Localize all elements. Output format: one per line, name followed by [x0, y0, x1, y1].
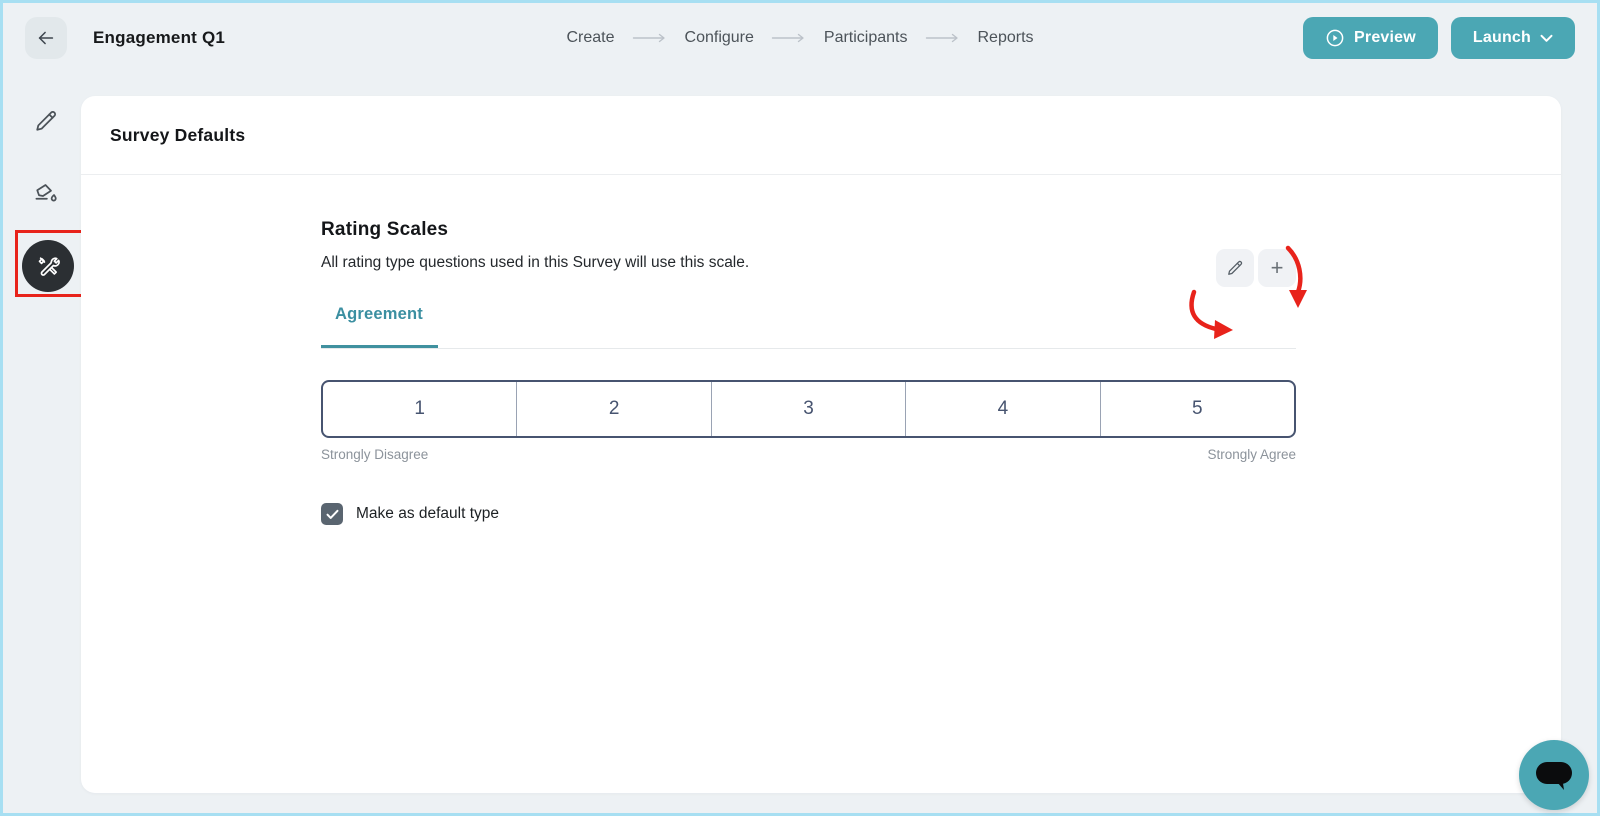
default-type-checkbox[interactable] [321, 503, 343, 525]
step-configure[interactable]: Configure [685, 29, 754, 47]
long-arrow-right-icon [925, 33, 959, 43]
rating-scale-tabs: Agreement + [321, 295, 1296, 349]
launch-button[interactable]: Launch [1451, 17, 1575, 59]
pencil-icon [1225, 258, 1245, 278]
sidebar-theme-button[interactable] [27, 174, 65, 212]
survey-title: Engagement Q1 [93, 28, 225, 48]
default-type-row[interactable]: Make as default type [321, 503, 1296, 525]
long-arrow-right-icon [633, 33, 667, 43]
rating-scale-table: 1 2 3 4 5 [321, 380, 1296, 438]
sidebar-edit-button[interactable] [27, 102, 65, 140]
add-scale-button[interactable]: + [1258, 249, 1296, 287]
step-reports[interactable]: Reports [977, 29, 1033, 47]
scale-option-2[interactable]: 2 [516, 382, 710, 436]
edit-scale-button[interactable] [1216, 249, 1254, 287]
pencil-icon [32, 107, 60, 135]
card-body: Rating Scales All rating type questions … [81, 175, 1561, 525]
tab-agreement[interactable]: Agreement [321, 295, 438, 348]
plus-icon: + [1271, 255, 1284, 281]
preview-button[interactable]: Preview [1303, 17, 1438, 59]
page-title: Survey Defaults [81, 96, 1561, 175]
checkmark-icon [326, 509, 339, 520]
step-create[interactable]: Create [566, 29, 614, 47]
section-title: Rating Scales [321, 219, 1296, 241]
topbar-actions: Preview Launch [1303, 17, 1575, 59]
chat-launcher-button[interactable] [1519, 740, 1589, 810]
sidebar-defaults-button[interactable] [22, 240, 74, 292]
scale-option-3[interactable]: 3 [711, 382, 905, 436]
survey-defaults-card: Survey Defaults Rating Scales All rating… [81, 96, 1561, 793]
scale-min-label: Strongly Disagree [321, 447, 428, 462]
play-circle-icon [1325, 28, 1345, 48]
section-description: All rating type questions used in this S… [321, 254, 1296, 272]
tools-icon [35, 253, 62, 280]
back-button[interactable] [25, 17, 67, 59]
scale-labels: Strongly Disagree Strongly Agree [321, 447, 1296, 462]
scale-max-label: Strongly Agree [1207, 447, 1296, 462]
top-bar: Engagement Q1 Create Configure Participa… [3, 3, 1597, 73]
preview-label: Preview [1354, 29, 1416, 47]
default-type-label: Make as default type [356, 505, 499, 523]
scale-option-4[interactable]: 4 [905, 382, 1099, 436]
chevron-down-icon [1540, 34, 1553, 43]
scale-option-1[interactable]: 1 [323, 382, 516, 436]
arrow-left-icon [35, 27, 57, 49]
paint-bucket-icon [31, 178, 61, 208]
launch-label: Launch [1473, 29, 1531, 47]
step-participants[interactable]: Participants [824, 29, 908, 47]
chat-bubble-icon [1535, 759, 1573, 791]
breadcrumb: Create Configure Participants Reports [566, 3, 1033, 73]
scale-option-5[interactable]: 5 [1100, 382, 1294, 436]
scale-actions: + [1216, 249, 1296, 287]
long-arrow-right-icon [772, 33, 806, 43]
